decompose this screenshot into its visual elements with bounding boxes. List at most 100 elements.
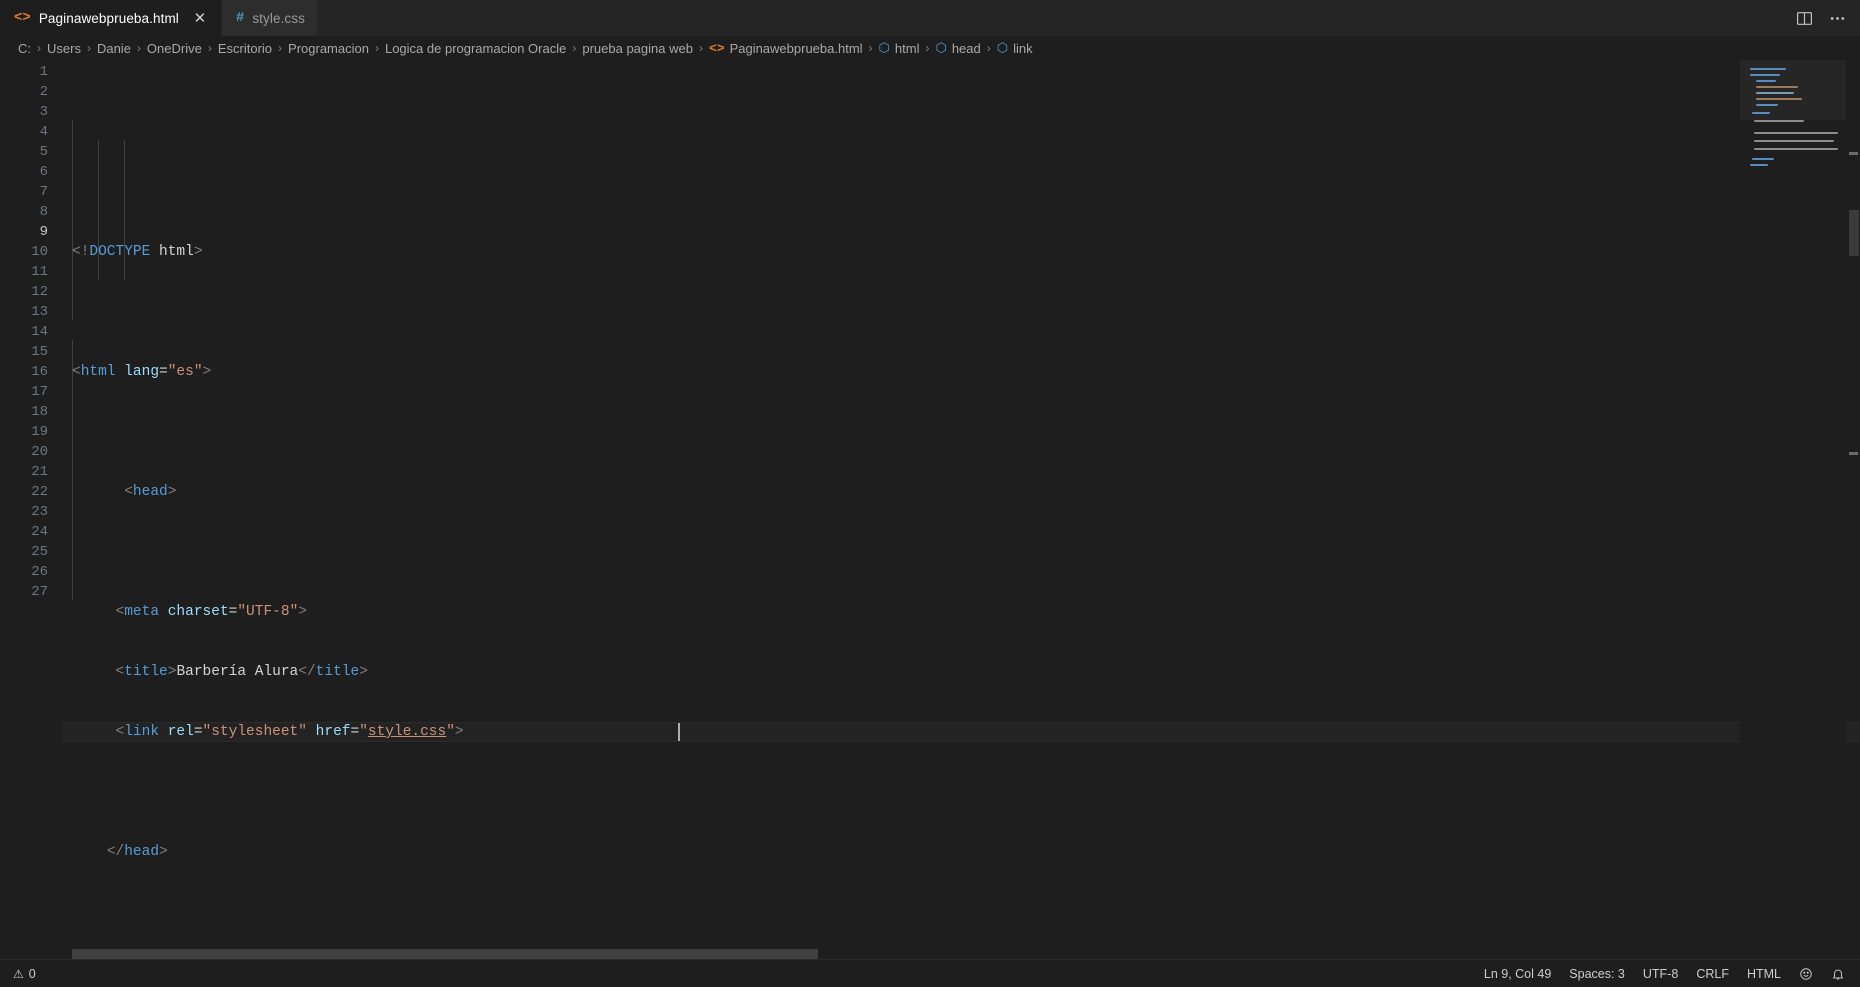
line-number: 24 [31,524,48,540]
line-number: 23 [31,504,48,520]
breadcrumb-item-danie[interactable]: Danie [97,41,131,56]
status-language-mode[interactable]: HTML [1738,960,1790,987]
breadcrumb-separator-icon: › [86,41,91,55]
split-editor-icon[interactable] [1796,10,1813,27]
breadcrumb-item-head[interactable]: ⬡ head [935,41,980,56]
code-line: </head> [106,844,168,860]
tab-style-css[interactable]: # style.css [221,0,318,36]
smiley-feedback-icon [1799,967,1813,981]
status-bar-right: Ln 9, Col 49 Spaces: 3 UTF-8 CRLF HTML [1475,960,1854,987]
breadcrumb-label: prueba pagina web [582,40,693,56]
editor-horizontal-scrollbar[interactable] [0,947,1860,959]
line-number: 5 [39,144,48,160]
tab-label: style.css [252,10,305,26]
breadcrumb-separator-icon: › [986,41,991,55]
line-number: 26 [31,564,48,580]
breadcrumb-item-prueba-pagina-web[interactable]: prueba pagina web [582,41,693,56]
breadcrumb-separator-icon: › [136,41,141,55]
code-line: <title>Barbería Alura</title> [115,664,368,680]
editor-vertical-scrollbar[interactable] [1846,60,1860,959]
code-content[interactable]: <!DOCTYPE html> <html lang="es"> <head> … [62,60,1860,959]
cursor-position-label: Ln 9, Col 49 [1483,966,1552,981]
more-actions-icon[interactable] [1829,10,1846,27]
line-number: 7 [39,184,48,200]
line-number: 15 [31,344,48,360]
breadcrumb-item-c[interactable]: C: [18,41,31,56]
html-file-icon: <> [14,10,31,26]
tab-bar-empty-space [317,0,1796,36]
tab-paginawebprueba-html[interactable]: <> Paginawebprueba.html ✕ [0,0,222,36]
breadcrumb-label: Users [47,40,81,56]
code-editor[interactable]: 1 2 3 4 5 6 7 8 9 10 11 12 13 14 15 16 1… [0,60,1860,959]
css-file-icon: # [235,10,245,26]
status-indentation[interactable]: Spaces: 3 [1560,960,1634,987]
status-feedback[interactable] [1790,960,1822,987]
breadcrumb-label: link [1013,40,1033,56]
scrollbar-thumb[interactable] [72,949,818,959]
breadcrumb-separator-icon: › [207,41,212,55]
breadcrumb-item-escritorio[interactable]: Escritorio [218,41,272,56]
line-number: 18 [31,404,48,420]
breadcrumb-separator-icon: › [925,41,930,55]
line-number: 16 [31,364,48,380]
breadcrumb-separator-icon: › [374,41,379,55]
tab-label: Paginawebprueba.html [38,10,179,26]
status-notifications[interactable] [1822,960,1854,987]
breadcrumb-item-onedrive[interactable]: OneDrive [147,41,202,56]
status-cursor-position[interactable]: Ln 9, Col 49 [1475,960,1560,987]
line-number: 8 [39,204,48,220]
status-bar-left: ⚠ 0 [4,960,45,987]
breadcrumb-label: Danie [96,40,131,56]
breadcrumb-label: Escritorio [217,40,273,56]
breadcrumb-item-link[interactable]: ⬡ link [997,41,1033,56]
editor-actions [1796,0,1860,36]
status-problems[interactable]: ⚠ 0 [4,960,45,987]
line-number-current: 9 [39,224,48,240]
code-line: <!DOCTYPE html> [72,244,203,260]
breadcrumb-separator-icon: › [868,41,873,55]
breadcrumb-item-users[interactable]: Users [47,41,81,56]
status-bar: ⚠ 0 Ln 9, Col 49 Spaces: 3 UTF-8 CRLF HT… [0,959,1860,987]
symbol-field-icon: ⬡ [935,40,947,56]
line-number: 11 [31,264,48,280]
breadcrumb-item-logica-de-programacion-oracle[interactable]: Logica de programacion Oracle [385,41,566,56]
line-number: 12 [31,284,48,300]
line-number: 13 [31,304,48,320]
line-number: 21 [31,464,48,480]
language-mode-label: HTML [1746,966,1781,981]
symbol-field-icon: ⬡ [878,40,890,56]
breadcrumb-item-html[interactable]: ⬡ html [879,41,920,56]
line-number: 25 [31,544,48,560]
breadcrumb-separator-icon: › [698,41,703,55]
status-eol[interactable]: CRLF [1687,960,1738,987]
breadcrumb-label: C: [18,40,31,56]
bell-icon [1831,967,1845,981]
breadcrumb-label: OneDrive [146,40,202,56]
line-number: 2 [39,84,48,100]
breadcrumb-item-paginawebprueba-html[interactable]: <> Paginawebprueba.html [709,41,863,56]
line-number: 3 [39,104,48,120]
tab-close-icon[interactable]: ✕ [191,9,209,27]
status-encoding[interactable]: UTF-8 [1634,960,1687,987]
line-number: 22 [31,484,48,500]
line-number: 10 [31,244,48,260]
code-line-current: <link rel="stylesheet" href="style.css"> [62,722,1860,742]
breadcrumb-item-programacion[interactable]: Programacion [288,41,369,56]
code-line: <head> [124,484,177,500]
scrollbar-thumb[interactable] [1849,210,1859,256]
warning-count: 0 [28,966,36,981]
line-number: 17 [31,384,48,400]
symbol-field-icon: ⬡ [996,40,1009,56]
breadcrumb-separator-icon: › [572,41,577,55]
code-line: <html lang="es"> [72,364,212,380]
breadcrumb-label: Paginawebprueba.html [729,40,863,56]
encoding-label: UTF-8 [1642,966,1679,981]
eol-label: CRLF [1696,966,1729,981]
breadcrumb-label: Programacion [288,40,369,56]
breadcrumb-separator-icon: › [37,41,41,55]
